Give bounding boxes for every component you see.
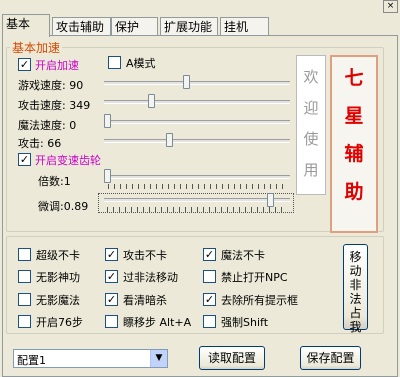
option-label: 瞟移步 Alt+A: [123, 316, 192, 329]
save-config-button[interactable]: 保存配置: [300, 346, 361, 370]
speed-gear-checkbox[interactable]: ✓: [18, 153, 31, 166]
option-checkbox-see-assassin[interactable]: ✓: [105, 293, 118, 306]
fine-tune-ticks: [107, 207, 287, 212]
move-illegal-button[interactable]: 移 动 非 法 占 我: [343, 244, 368, 334]
tab-attack-assist[interactable]: 攻击辅助: [52, 17, 111, 36]
close-icon: ×: [386, 1, 395, 11]
read-config-button[interactable]: 读取配置: [199, 346, 265, 370]
option-label: 看清暗杀: [123, 294, 167, 307]
option-checkbox-super-smooth[interactable]: [18, 248, 31, 261]
fine-tune-thumb[interactable]: [267, 193, 274, 207]
brand-panel: 七 星 辅 助: [330, 55, 378, 233]
game-speed-label: 游戏速度: 90: [18, 79, 84, 92]
option-label: 去除所有提示框: [221, 294, 298, 307]
option-checkbox-shadow-skill[interactable]: [18, 270, 31, 283]
enable-speed-label: 开启加速: [35, 59, 79, 72]
multiplier-thumb[interactable]: [104, 169, 111, 183]
enable-speed-checkbox[interactable]: ✓: [18, 58, 31, 71]
option-label: 禁止打开NPC: [221, 271, 288, 284]
magic-speed-label: 魔法速度: 0: [18, 119, 77, 132]
attack-label: 攻击: 66: [18, 137, 62, 150]
close-button[interactable]: ×: [383, 0, 398, 13]
tab-extensions[interactable]: 扩展功能: [160, 17, 218, 36]
chevron-down-icon[interactable]: ▼: [150, 350, 167, 367]
option-checkbox-shadow-magic[interactable]: [18, 293, 31, 306]
tab-protect[interactable]: 保护: [111, 17, 158, 36]
multiplier-label: 倍数:1: [38, 175, 71, 188]
option-checkbox-block-npc[interactable]: [203, 270, 216, 283]
tab-bar: 基本 攻击辅助 保护 扩展功能 挂机: [0, 14, 400, 37]
config-select[interactable]: 配置1 ▼: [13, 349, 168, 368]
group-title: 基本加速: [12, 41, 61, 55]
option-checkbox-drift-step[interactable]: [105, 315, 118, 328]
option-label: 过非法移动: [123, 271, 178, 284]
option-label: 魔法不卡: [221, 249, 265, 262]
tab-idle[interactable]: 挂机: [220, 17, 269, 36]
option-label: 超级不卡: [36, 249, 80, 262]
option-label: 强制Shift: [221, 316, 269, 329]
fine-tune-label: 微调:0.89: [38, 200, 89, 213]
a-mode-label: A模式: [126, 57, 156, 70]
option-label: 无影魔法: [36, 294, 80, 307]
attack-thumb[interactable]: [166, 133, 173, 147]
attack-speed-thumb[interactable]: [148, 94, 155, 108]
option-checkbox-magic-smooth[interactable]: ✓: [203, 248, 216, 261]
tab-basic[interactable]: 基本: [2, 14, 50, 37]
welcome-panel: 欢 迎 使 用: [296, 55, 326, 195]
option-checkbox-76-steps[interactable]: [18, 315, 31, 328]
game-speed-thumb[interactable]: [183, 75, 190, 89]
magic-speed-thumb[interactable]: [104, 114, 111, 128]
option-label: 攻击不卡: [123, 249, 167, 262]
option-checkbox-remove-prompts[interactable]: ✓: [203, 293, 216, 306]
multiplier-ticks: [108, 184, 288, 189]
option-checkbox-force-shift[interactable]: [203, 315, 216, 328]
option-label: 开启76步: [36, 316, 83, 329]
fine-tune-slider[interactable]: [98, 193, 294, 213]
attack-speed-label: 攻击速度: 349: [18, 99, 91, 112]
config-select-value: 配置1: [17, 354, 46, 367]
a-mode-checkbox[interactable]: [108, 56, 121, 69]
option-checkbox-bypass-move[interactable]: ✓: [105, 270, 118, 283]
option-checkbox-attack-smooth[interactable]: ✓: [105, 248, 118, 261]
speed-gear-label: 开启变速齿轮: [35, 154, 101, 167]
option-label: 无影神功: [36, 271, 80, 284]
